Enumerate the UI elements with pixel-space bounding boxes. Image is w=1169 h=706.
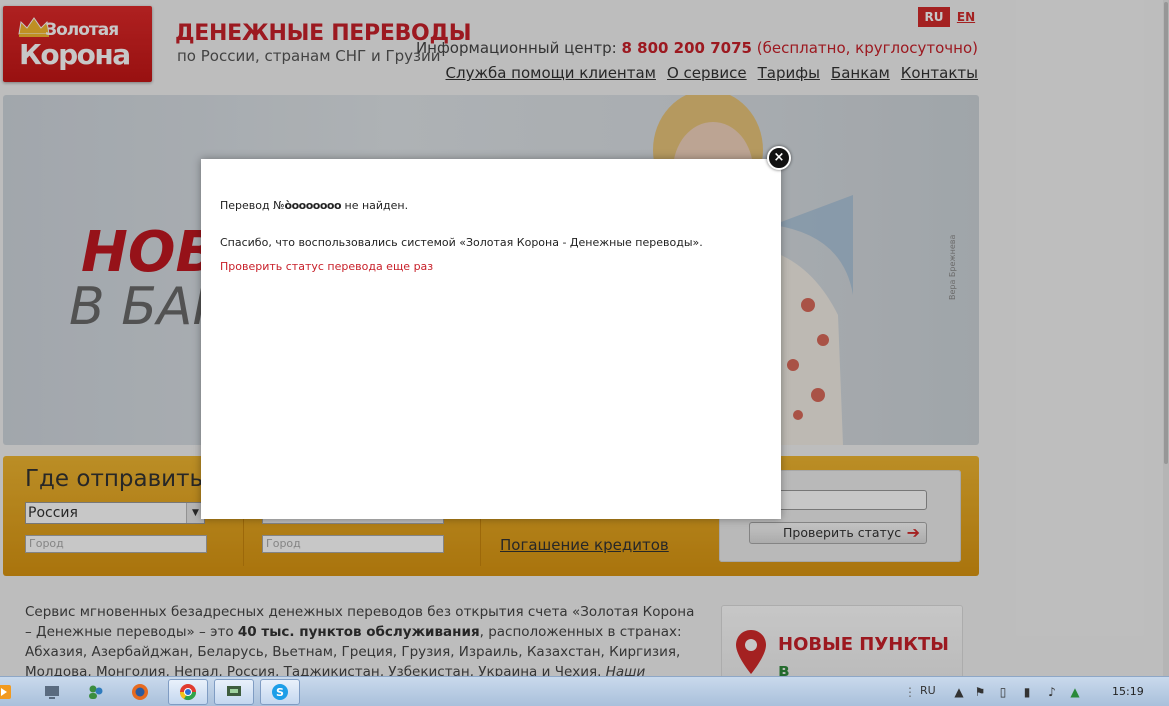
taskbar-chrome-button[interactable] xyxy=(168,679,208,705)
play-icon xyxy=(0,685,11,699)
tray-handle-icon: ⋮ xyxy=(904,685,916,699)
taskbar-skype-button[interactable]: S xyxy=(260,679,300,705)
firefox-icon xyxy=(132,684,148,700)
show-hidden-icons-icon[interactable]: ▲ xyxy=(952,685,966,699)
skype-icon: S xyxy=(272,684,288,700)
network-signal-icon[interactable]: ▮ xyxy=(1020,685,1034,699)
thanks-message: Спасибо, что воспользовались системой «З… xyxy=(220,236,703,249)
users-icon xyxy=(89,685,103,699)
volume-icon[interactable]: ♪ xyxy=(1045,685,1059,699)
taskbar-app-button[interactable] xyxy=(214,679,254,705)
retry-check-link[interactable]: Проверить статус перевода еще раз xyxy=(220,260,433,273)
status-result-dialog: Перевод №òooooooo не найден. Спасибо, чт… xyxy=(201,159,781,519)
cloud-drive-icon[interactable]: ▲ xyxy=(1068,685,1082,699)
chrome-icon xyxy=(179,684,197,701)
taskbar-app-button[interactable] xyxy=(32,679,72,705)
taskbar-clock[interactable]: 15:19 xyxy=(1112,685,1144,698)
close-icon[interactable]: × xyxy=(767,146,791,170)
transfer-number: òooooooo xyxy=(284,199,342,212)
svg-text:S: S xyxy=(276,686,284,699)
media-player-button[interactable] xyxy=(0,679,14,705)
device-icon[interactable]: ▯ xyxy=(996,685,1010,699)
keyboard-language[interactable]: RU xyxy=(920,684,936,697)
not-found-suffix: не найден. xyxy=(341,199,409,212)
taskbar-firefox-button[interactable] xyxy=(120,679,160,705)
computer-icon xyxy=(45,686,59,699)
os-taskbar: S ⋮ RU ▲ ⚑ ▯ ▮ ♪ ▲ 15:19 xyxy=(0,676,1169,706)
action-center-flag-icon[interactable]: ⚑ xyxy=(973,685,987,699)
monitor-icon xyxy=(227,686,241,696)
taskbar-app-button[interactable] xyxy=(76,679,116,705)
not-found-prefix: Перевод № xyxy=(220,199,285,212)
not-found-message: Перевод №òooooooo не найден. xyxy=(220,199,408,212)
